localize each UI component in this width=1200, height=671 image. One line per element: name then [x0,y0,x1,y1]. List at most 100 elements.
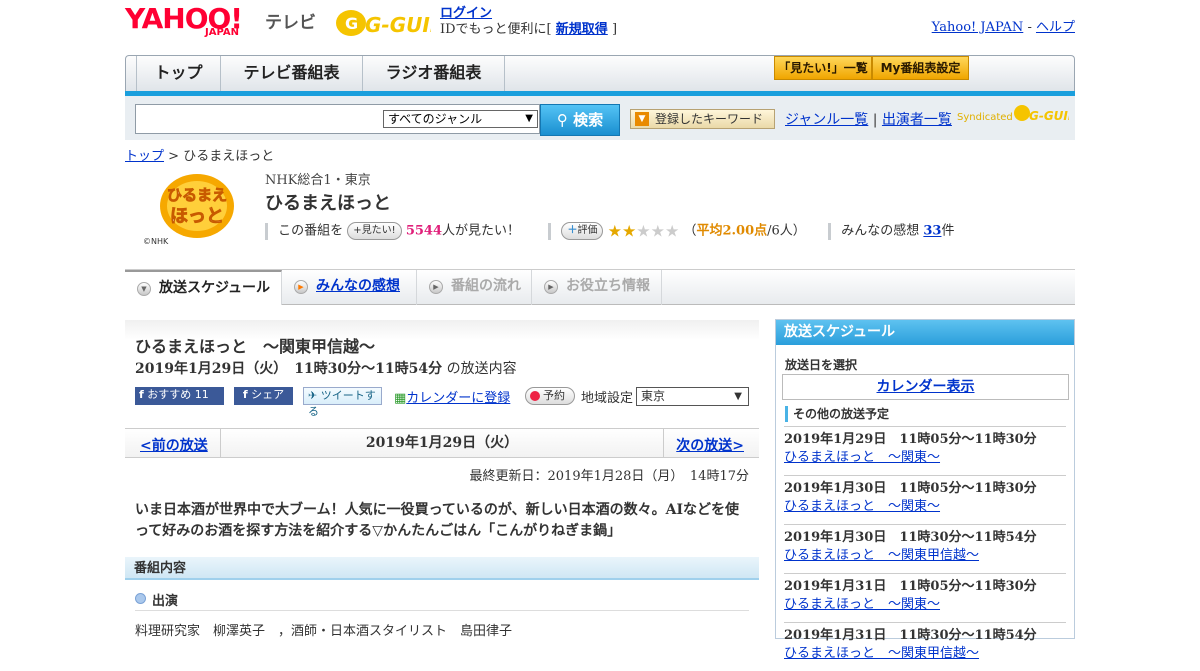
svg-text:G: G [345,14,358,33]
keyword-button-label: 登録したキーワード [655,112,764,126]
facebook-icon: f [139,388,144,401]
avg-open: （ [683,223,697,239]
dropdown-arrow-icon: ▼ [734,391,742,402]
chevron-right-icon: ▶ [544,280,558,294]
list-item: 2019年1月31日 11時05分～11時30分 ひるまえほっと ～関東～ [784,573,1066,622]
mitai-button[interactable]: +見たい! [347,222,402,240]
sidebar-title: 放送スケジュール [776,320,1074,345]
header-link-separator: - [1027,20,1032,35]
search-button[interactable]: ⚲ 検索 [540,104,620,136]
broadcast-link[interactable]: ひるまえほっと ～関東～ [784,597,940,612]
prev-episode-link[interactable]: <前の放送 [140,435,208,455]
list-item: 2019年1月30日 11時30分～11時54分 ひるまえほっと ～関東甲信越～ [784,524,1066,573]
twitter-bird-icon: ✈ [308,389,318,402]
broadcast-date: 2019年1月29日 11時05分～11時30分 [784,432,1037,447]
cast-label: 出演 [152,594,179,609]
broadcast-date: 2019年1月31日 11時05分～11時30分 [784,579,1037,594]
mitai-list-button[interactable]: 「見たい!」一覧 [774,56,872,80]
tab-schedule[interactable]: ▼ 放送スケジュール [125,270,282,305]
copyright-label: ©NHK [143,237,169,246]
select-date-label: 放送日を選択 [785,358,858,372]
avg-voters: /6人） [767,223,806,239]
rate-button[interactable]: ＋評価 [561,222,604,240]
region-select[interactable]: 東京 ▼ [636,387,749,406]
reserve-button[interactable]: 予約 [525,387,575,405]
other-broadcasts-header: その他の放送予定 [785,406,889,422]
broadcast-link[interactable]: ひるまえほっと ～関東甲信越～ [784,548,979,563]
gguide-logo-text: G-GUIDE [365,13,431,37]
facebook-share-button[interactable]: f シェア [234,387,293,405]
nav-tab-tv[interactable]: テレビ番組表 [221,56,363,92]
nav-tab-radio[interactable]: ラジオ番組表 [363,56,505,92]
help-link[interactable]: ヘルプ [1036,20,1075,35]
pager-date: 2019年1月29日（火） [220,429,664,457]
gguide-logo[interactable]: G G-GUIDE [335,8,431,38]
tweet-button[interactable]: ✈ ツイートする [303,387,382,418]
chevron-down-icon: ▼ [137,282,151,296]
tab-flow[interactable]: ▶ 番組の流れ [417,270,532,305]
rating-stars: ★★★★★ [608,221,680,240]
region-select-value: 東京 [641,389,666,403]
search-button-label: 検索 [573,111,604,129]
login-link[interactable]: ログイン [440,6,492,21]
next-episode-link[interactable]: 次の放送> [676,435,744,455]
breadcrumb-top-link[interactable]: トップ [125,149,164,164]
broadcast-link[interactable]: ひるまえほっと ～関東～ [784,450,940,465]
reserve-button-label: 予約 [543,389,565,402]
genre-select[interactable]: すべてのジャンル ▼ [383,110,538,128]
program-title: ひるまえほっと [265,193,391,214]
other-broadcasts-list: 2019年1月29日 11時05分～11時30分 ひるまえほっと ～関東～ 201… [784,426,1066,671]
broadcast-link[interactable]: ひるまえほっと ～関東～ [784,499,940,514]
broadcast-link[interactable]: ひるまえほっと ～関東甲信越～ [784,646,979,661]
facebook-recommend-label: おすすめ 11 [147,388,209,401]
tab-label: みんなの感想 [316,278,400,294]
search-links: ジャンル一覧 | 出演者一覧 [785,109,952,129]
tab-reviews[interactable]: ▶ みんなの感想 [282,270,417,305]
episode-time-value: 2019年1月29日（火） 11時30分～11時54分 [135,361,443,377]
tv-label[interactable]: テレビ [265,8,316,33]
signup-link[interactable]: 新規取得 [556,22,608,37]
chevron-right-icon: ▶ [294,280,308,294]
facebook-icon: f [242,388,248,401]
rate-button-label: 評価 [577,225,598,236]
mitai-count: 5544 [405,223,443,239]
broadcast-date: 2019年1月30日 11時05分～11時30分 [784,481,1037,496]
login-block: ログイン IDでもっと便利に[ 新規取得 ] [440,6,617,38]
search-link-divider: | [872,112,878,128]
nav-tab-top[interactable]: トップ [136,56,221,92]
divider [265,222,268,240]
main-nav: トップ テレビ番組表 ラジオ番組表 「見たい!」一覧 My番組表設定 [125,55,1075,92]
episode-title: ひるまえほっと ～関東甲信越～ [135,337,376,356]
genre-list-link[interactable]: ジャンル一覧 [785,112,868,128]
calendar-button[interactable]: カレンダー表示 [782,374,1069,400]
schedule-sidebar: 放送スケジュール 放送日を選択 カレンダー表示 その他の放送予定 2019年1月… [775,319,1075,661]
plus-icon: ＋ [567,225,578,236]
site-header: YAHOO! JAPAN テレビ G G-GUIDE ログイン IDでもっと便利… [125,0,1075,55]
star-icon: ★ [636,221,651,240]
facebook-recommend-button[interactable]: f おすすめ 11 [135,387,224,405]
region-label: 地域設定 [581,391,634,406]
broadcast-date: 2019年1月30日 11時30分～11時54分 [784,530,1037,545]
genre-select-value: すべてのジャンル [388,112,483,126]
episode-time-suffix: の放送内容 [446,361,517,377]
list-item: 2019年1月30日 11時05分～11時30分 ひるまえほっと ～関東～ [784,475,1066,524]
program-stats: この番組を +見たい! 5544人が見たい！ ＋評価 ★★★★★ （平均2.00… [265,220,955,242]
breadcrumb: トップ > ひるまえほっと [125,145,274,164]
program-logo: ひるまえ ほっと [160,174,234,238]
program-logo-text-bottom: ほっと [170,206,224,227]
yahoo-japan-link[interactable]: Yahoo! JAPAN [932,20,1024,35]
last-updated: 最終更新日：2019年1月28日（月） 14時17分 [469,469,749,484]
star-icon: ★ [664,221,680,240]
tweet-button-label: ツイートする [308,389,376,418]
calendar-register-link[interactable]: カレンダーに登録 [406,391,510,406]
dropdown-arrow-icon: ▼ [635,112,649,126]
calendar-register[interactable]: ▦カレンダーに登録 [394,387,510,406]
reviews-label: みんなの感想 [841,223,920,239]
reviews-count-link[interactable]: 33 [923,224,941,239]
my-settings-button[interactable]: My番組表設定 [872,56,969,80]
dropdown-arrow-icon: ▼ [525,113,533,124]
keyword-button[interactable]: ▼ 登録したキーワード [630,109,775,129]
performer-list-link[interactable]: 出演者一覧 [882,112,952,128]
tab-info[interactable]: ▶ お役立ち情報 [532,270,662,305]
list-item: 2019年1月29日 11時05分～11時30分 ひるまえほっと ～関東～ [784,426,1066,475]
